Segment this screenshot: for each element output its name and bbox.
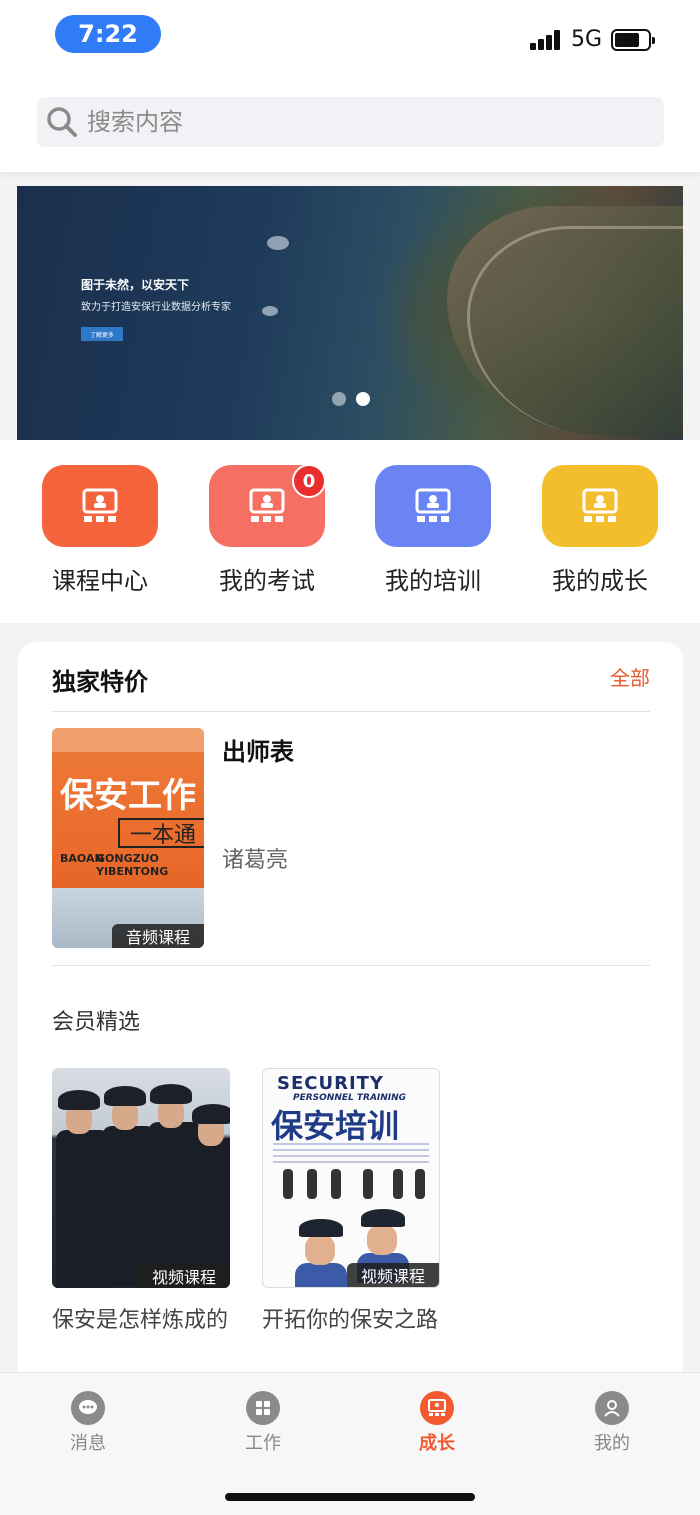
quick-item-label: 我的培训 (385, 567, 481, 595)
search-icon (47, 107, 77, 137)
course-thumbnail[interactable]: SECURITY PERSONNEL TRAINING 保安培训 视频课程 (262, 1068, 440, 1288)
course-type-tag: 音频课程 (111, 924, 204, 948)
network-label: 5G (571, 27, 603, 52)
course-item[interactable]: 保安工作 一本通 BAOAN GONGZUO YIBENTONG 音频课程 出师表 … (52, 728, 650, 966)
banner-subtitle: 致力于打造安保行业数据分析专家 (81, 302, 231, 313)
home-indicator[interactable] (225, 1493, 475, 1501)
search-header (0, 80, 700, 172)
course-cover[interactable]: 保安工作 一本通 BAOAN GONGZUO YIBENTONG 音频课程 (52, 728, 204, 948)
battery-icon (611, 29, 655, 51)
tab-label: 我的 (594, 1433, 630, 1454)
presentation-icon (249, 488, 285, 522)
status-time: 7:22 (55, 15, 161, 53)
presentation-icon (82, 488, 118, 522)
quick-item-label: 课程中心 (52, 567, 148, 595)
cover-title-text: 保安工作 (60, 776, 196, 816)
chat-bubble-icon (71, 1391, 105, 1425)
tab-messages[interactable]: 消息 (43, 1391, 133, 1455)
quick-item-label: 我的考试 (219, 567, 315, 595)
carousel-dot[interactable] (332, 392, 346, 406)
tab-work[interactable]: 工作 (218, 1391, 308, 1455)
member-section-title: 会员精选 (52, 1010, 141, 1035)
quick-item-my-growth[interactable]: 我的成长 (542, 465, 658, 596)
my-exams-tile[interactable]: 0 (209, 464, 326, 547)
carousel-dot-active[interactable] (356, 392, 370, 406)
search-input[interactable] (87, 108, 627, 136)
cover-big-title: 保安培训 (271, 1107, 400, 1145)
cover-pinyin: BAOAN GONGZUO YIBENTONG (60, 852, 169, 878)
cover-security-text: SECURITY (277, 1073, 384, 1094)
my-training-tile[interactable] (375, 465, 491, 547)
search-bar[interactable] (37, 97, 664, 147)
banner-learn-more-button[interactable]: 了解更多 (81, 327, 123, 341)
quick-item-course-center[interactable]: 课程中心 (42, 465, 158, 596)
course-type-tag: 视频课程 (346, 1263, 439, 1287)
exclusive-card: 独家特价 全部 保安工作 一本通 BAOAN GONGZUO YIBENTONG 音… (18, 642, 683, 1382)
tab-label: 成长 (419, 1433, 455, 1454)
course-thumbnail[interactable]: 视频课程 (52, 1068, 230, 1288)
course-name[interactable]: 出师表 (222, 732, 294, 767)
tab-growth[interactable]: 成长 (392, 1391, 482, 1455)
section-header: 独家特价 全部 (52, 660, 650, 712)
presentation-icon (582, 488, 618, 522)
banner-carousel[interactable]: 图于未然，以安天下 致力于打造安保行业数据分析专家 了解更多 (17, 186, 683, 440)
person-icon (595, 1391, 629, 1425)
view-all-link[interactable]: 全部 (610, 662, 650, 691)
member-course-card[interactable]: 视频课程 保安是怎样炼成的 (52, 1068, 230, 1338)
banner-headline: 图于未然，以安天下 (81, 278, 190, 292)
course-title[interactable]: 保安是怎样炼成的 (52, 1304, 230, 1338)
quick-item-label: 我的成长 (552, 567, 648, 595)
my-growth-tile[interactable] (542, 465, 658, 547)
tab-mine[interactable]: 我的 (567, 1391, 657, 1455)
quick-item-my-training[interactable]: 我的培训 (375, 465, 491, 596)
cover-subtitle-box: 一本通 (118, 818, 204, 848)
course-title[interactable]: 开拓你的保安之路 (262, 1304, 440, 1338)
section-title: 独家特价 (52, 668, 148, 696)
tab-label: 消息 (70, 1433, 106, 1454)
member-course-card[interactable]: SECURITY PERSONNEL TRAINING 保安培训 视频课程 开拓… (262, 1068, 440, 1338)
grid-icon (246, 1391, 280, 1425)
signal-icon (530, 30, 562, 50)
presentation-icon (415, 488, 451, 522)
status-bar: 7:22 5G (0, 0, 700, 80)
exam-count-badge: 0 (292, 464, 326, 498)
carousel-indicator (332, 392, 370, 406)
quick-item-my-exams[interactable]: 0 我的考试 (209, 464, 326, 596)
course-type-tag: 视频课程 (137, 1264, 230, 1288)
course-center-tile[interactable] (42, 465, 158, 547)
tab-label: 工作 (245, 1433, 281, 1454)
quick-menu: 课程中心 0 我的考试 我的培训 我的成长 (0, 440, 700, 623)
presentation-icon (420, 1391, 454, 1425)
course-author: 诸葛亮 (222, 848, 289, 873)
